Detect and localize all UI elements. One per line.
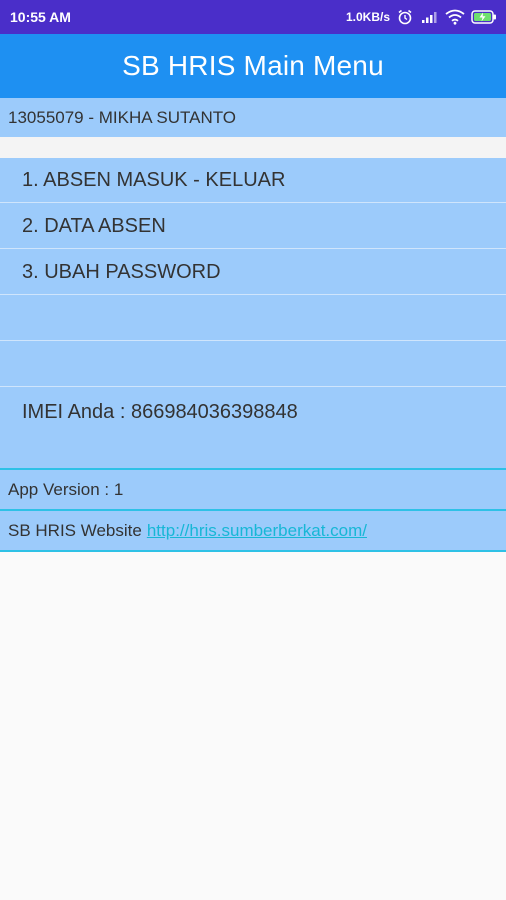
signal-icon: [420, 7, 440, 27]
status-time: 10:55 AM: [10, 9, 71, 25]
spacer: [0, 137, 506, 158]
menu-item-empty: [0, 296, 506, 341]
app-version-label: App Version : 1: [8, 479, 124, 499]
status-indicators: 1.0KB/s: [346, 7, 498, 27]
menu-item-data-absen[interactable]: 2. DATA ABSEN: [0, 204, 506, 249]
network-speed: 1.0KB/s: [345, 10, 390, 24]
website-label: SB HRIS Website: [8, 520, 142, 540]
menu-item-empty: [0, 342, 506, 387]
menu-item-absen-masuk-keluar[interactable]: 1. ABSEN MASUK - KELUAR: [0, 158, 506, 203]
alarm-icon: [395, 7, 415, 27]
page-title: SB HRIS Main Menu: [122, 50, 384, 81]
user-info-row: 13055079 - MIKHA SUTANTO: [0, 98, 506, 137]
wifi-icon: [445, 7, 465, 27]
website-row: SB HRIS Website http://hris.sumberberkat…: [0, 511, 506, 550]
user-id-name: 13055079 - MIKHA SUTANTO: [8, 107, 237, 127]
imei-info: IMEI Anda : 866984036398848: [0, 387, 506, 437]
website-link[interactable]: http://hris.sumberberkat.com/: [147, 521, 367, 541]
menu-item-ubah-password[interactable]: 3. UBAH PASSWORD: [0, 250, 506, 295]
divider: [0, 550, 506, 552]
main-menu-list: 1. ABSEN MASUK - KELUAR 2. DATA ABSEN 3.…: [0, 158, 506, 468]
menu-item-label: 2. DATA ABSEN: [22, 214, 166, 237]
status-bar: 10:55 AM 1.0KB/s: [0, 0, 506, 34]
menu-item-label: 3. UBAH PASSWORD: [22, 260, 221, 283]
app-bar: SB HRIS Main Menu: [0, 34, 506, 98]
imei-label: IMEI Anda : 866984036398848: [22, 400, 298, 423]
battery-charging-icon: [470, 7, 498, 27]
menu-item-label: 1. ABSEN MASUK - KELUAR: [22, 168, 286, 191]
app-version-row: App Version : 1: [0, 470, 506, 509]
